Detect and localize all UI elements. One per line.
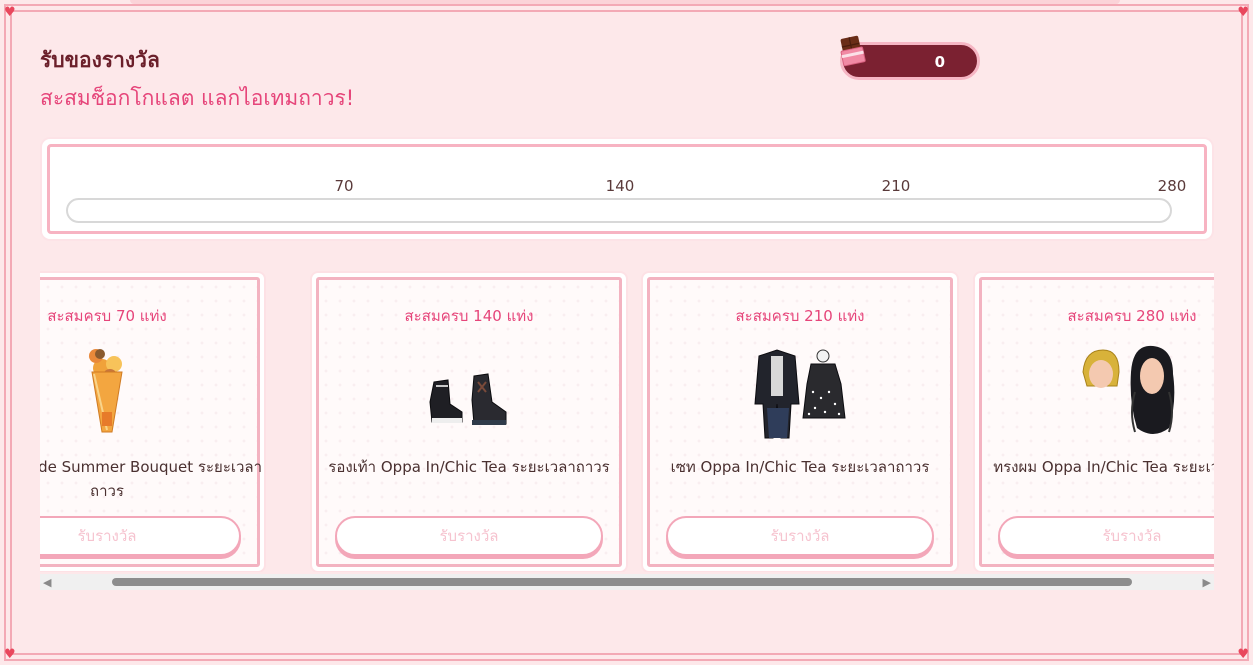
milestone-label: 280 — [1157, 177, 1187, 195]
chocolate-icon — [840, 35, 866, 67]
reward-name: ถือ Handmade Summer Bouquet ระยะเวลาถาวร — [40, 458, 263, 500]
claim-reward-button[interactable]: รับรางวัล — [40, 516, 241, 556]
reward-requirement: สะสมครบ 70 แท่ง — [47, 307, 167, 325]
reward-card-inner: สะสมครบ 140 แท่ง รองเท้า Oppa In/Chic Te… — [316, 277, 622, 567]
shoes-icon — [429, 373, 507, 425]
milestone-label: 70 — [334, 177, 354, 195]
heart-icon: ♥ — [4, 647, 16, 662]
reward-card-210: สะสมครบ 210 แท่ง เซท Oppa In/Chic Tea ระ… — [641, 271, 959, 572]
heart-icon: ♥ — [1237, 647, 1249, 662]
heart-icon: ♥ — [1237, 5, 1249, 20]
progress-track — [66, 198, 1172, 223]
hairstyle-icon — [1082, 345, 1175, 434]
reward-card-280: สะสมครบ 280 แท่ง ทรงผม Oppa In/Chic Tea … — [973, 271, 1214, 572]
claim-reward-button[interactable]: รับรางวัล — [666, 516, 934, 556]
page-title: รับของรางวัล — [40, 48, 160, 72]
bouquet-icon — [89, 349, 123, 433]
outfit-set-icon — [754, 349, 846, 439]
scrollbar-thumb[interactable] — [112, 578, 1132, 586]
milestone-label: 140 — [605, 177, 635, 195]
reward-requirement: สะสมครบ 140 แท่ง — [404, 307, 534, 325]
claim-reward-button[interactable]: รับรางวัล — [335, 516, 603, 556]
heart-icon: ♥ — [4, 5, 16, 20]
scroll-right-arrow-icon[interactable]: ▶ — [1203, 576, 1211, 589]
reward-name: รองเท้า Oppa In/Chic Tea ระยะเวลาถาวร — [328, 458, 610, 476]
reward-name: เซท Oppa In/Chic Tea ระยะเวลาถาวร — [670, 458, 930, 476]
chocolate-count: 0 — [934, 53, 945, 71]
scroll-left-arrow-icon[interactable]: ◀ — [43, 576, 51, 589]
reward-card-70: สะสมครบ 70 แท่ง ถือ Handmade Summer Bouq… — [40, 271, 266, 572]
rewards-strip: สะสมครบ 70 แท่ง ถือ Handmade Summer Bouq… — [40, 270, 1214, 572]
progress-panel: 70 140 210 280 — [40, 137, 1214, 241]
reward-card-140: สะสมครบ 140 แท่ง รองเท้า Oppa In/Chic Te… — [310, 271, 628, 572]
reward-requirement: สะสมครบ 210 แท่ง — [735, 307, 865, 325]
claim-reward-button[interactable]: รับรางวัล — [998, 516, 1214, 556]
page-subtitle: สะสมช็อกโกแลต แลกไอเทมถาวร! — [40, 86, 355, 110]
reward-requirement: สะสมครบ 280 แท่ง — [1067, 307, 1197, 325]
rewards-scroll-area[interactable]: สะสมครบ 70 แท่ง ถือ Handmade Summer Bouq… — [40, 270, 1214, 572]
reward-card-inner: สะสมครบ 210 แท่ง เซท Oppa In/Chic Tea ระ… — [647, 277, 953, 567]
reward-card-inner: สะสมครบ 280 แท่ง ทรงผม Oppa In/Chic Tea … — [979, 277, 1214, 567]
reward-name: ทรงผม Oppa In/Chic Tea ระยะเวลาถาวร — [993, 458, 1214, 476]
reward-card-inner: สะสมครบ 70 แท่ง ถือ Handmade Summer Bouq… — [40, 277, 262, 567]
milestone-label: 210 — [881, 177, 911, 195]
progress-inner: 70 140 210 280 — [47, 144, 1207, 234]
horizontal-scrollbar[interactable]: ◀ ▶ — [40, 574, 1214, 590]
